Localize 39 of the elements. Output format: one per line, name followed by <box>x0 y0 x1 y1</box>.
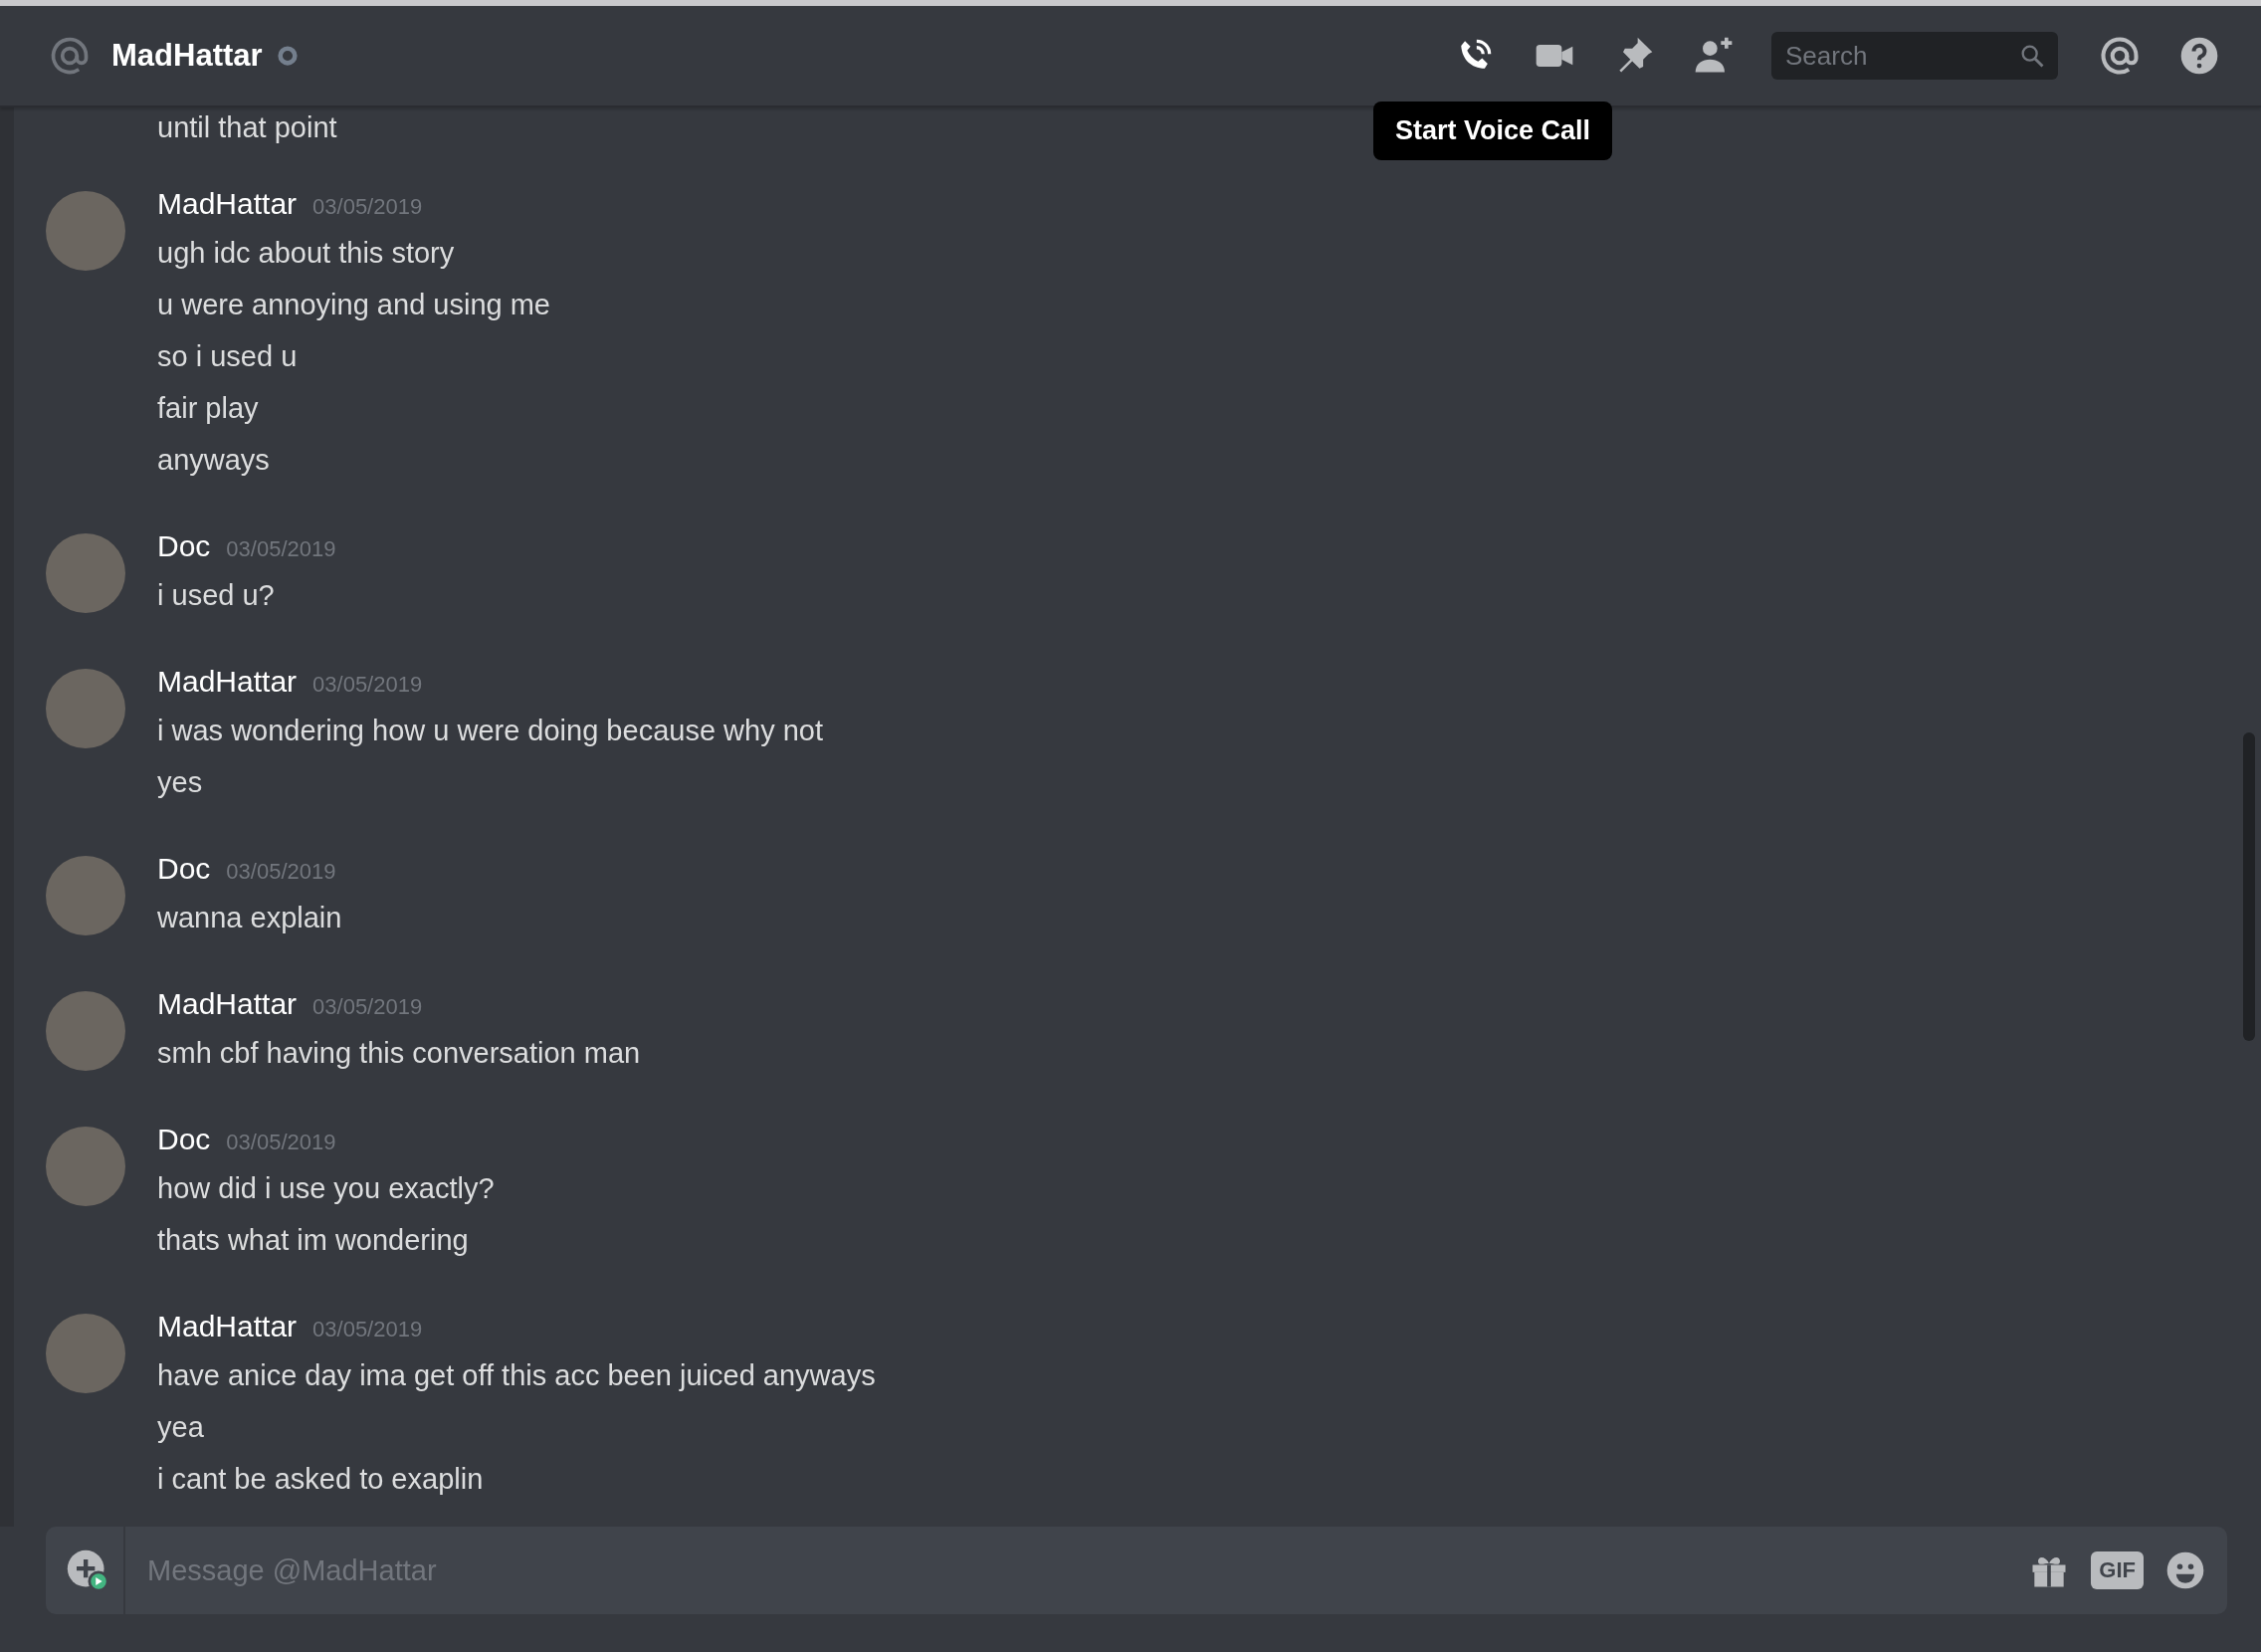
message-text: thats what im wondering <box>157 1223 469 1258</box>
message-text: anyways <box>157 443 270 478</box>
timestamp: 03/05/2019 <box>312 994 423 1020</box>
timestamp: 03/05/2019 <box>312 194 423 220</box>
message-text: wanna explain <box>157 901 342 935</box>
timestamp: 03/05/2019 <box>226 1130 336 1155</box>
author-name[interactable]: Doc <box>157 529 211 563</box>
author-name[interactable]: Doc <box>157 1123 211 1156</box>
author-name[interactable]: MadHattar <box>157 665 298 699</box>
message-text: yea <box>157 1410 204 1445</box>
timestamp: 03/05/2019 <box>226 859 336 885</box>
message-text: i was wondering how u were doing because why not <box>157 714 823 748</box>
message-text: yes <box>157 765 203 800</box>
message-text: until that point <box>157 110 337 145</box>
status-icon <box>276 45 299 67</box>
search-input[interactable]: Search <box>1783 39 2018 73</box>
add-attachment-icon[interactable] <box>66 1549 109 1592</box>
gif-button[interactable]: GIF <box>2091 1551 2144 1589</box>
message-text: ugh idc about this story <box>157 236 455 271</box>
author-name[interactable]: MadHattar <box>157 987 298 1021</box>
message-text: how did i use you exactly? <box>157 1171 495 1206</box>
message-text: i cant be asked to exaplin <box>157 1462 484 1497</box>
message-text: u were annoying and using me <box>157 288 550 322</box>
author-name[interactable]: Doc <box>157 852 211 886</box>
search-field[interactable]: Search <box>1771 32 2058 80</box>
mention-icon[interactable] <box>2098 34 2142 78</box>
tooltip: Start Voice Call <box>1373 102 1613 160</box>
scrollbar-thumb[interactable] <box>2243 732 2255 1041</box>
message-text: fair play <box>157 391 259 426</box>
message-text: have anice day ima get off this acc been juiced anyways <box>157 1358 876 1393</box>
timestamp: 03/05/2019 <box>312 672 423 698</box>
timestamp: 03/05/2019 <box>312 1317 423 1342</box>
timestamp: 03/05/2019 <box>226 536 336 562</box>
author-name[interactable]: MadHattar <box>157 1310 298 1343</box>
message-text: i used u? <box>157 578 275 613</box>
message-text: so i used u <box>157 339 298 374</box>
author-name[interactable]: MadHattar <box>157 187 298 221</box>
channel-title: MadHattar <box>111 38 263 74</box>
message-text: smh cbf having this conversation man <box>157 1036 641 1071</box>
